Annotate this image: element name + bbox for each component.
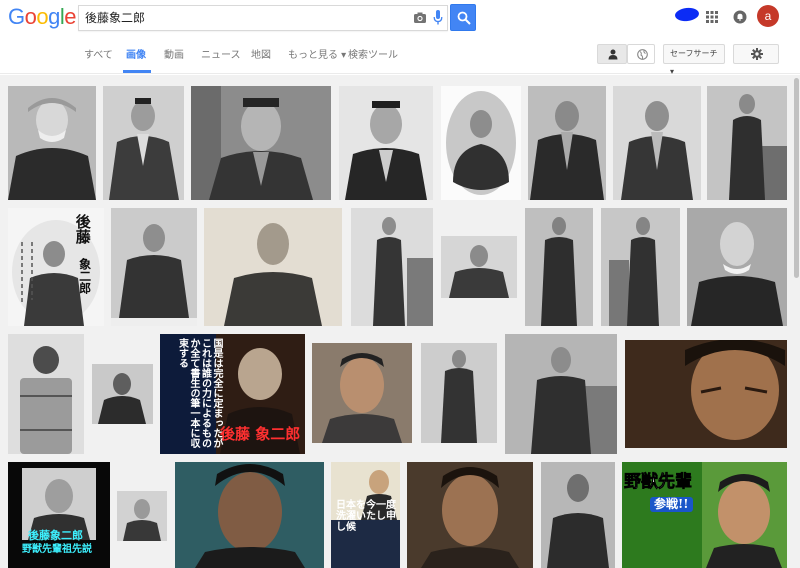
- calligraphy-text-top: 後藤: [73, 214, 92, 244]
- image-result[interactable]: [541, 462, 615, 568]
- portrait-photo: [613, 86, 701, 200]
- image-result[interactable]: [441, 86, 521, 200]
- search-tabs-bar: すべて 画像 動画 ニュース 地図 もっと見る ▾ 検索ツール セーフサーチ ▾: [0, 36, 800, 76]
- logo-letter: o: [36, 4, 49, 29]
- image-result[interactable]: [525, 208, 593, 326]
- oval-portrait-photo: [441, 86, 521, 200]
- portrait-photo: [339, 86, 433, 200]
- tab-images[interactable]: 画像: [126, 46, 146, 61]
- standing-portrait-photo: [707, 86, 787, 200]
- portrait-photo: [541, 462, 615, 568]
- logo-letter: e: [64, 4, 77, 29]
- image-result[interactable]: [175, 462, 324, 568]
- image-result[interactable]: [312, 343, 412, 443]
- account-avatar[interactable]: a: [757, 5, 779, 27]
- search-box[interactable]: [78, 5, 448, 31]
- image-result[interactable]: [601, 208, 680, 326]
- notifications-icon[interactable]: [733, 10, 747, 24]
- image-result[interactable]: [505, 334, 617, 454]
- active-tab-indicator: [123, 70, 151, 73]
- portrait-photo: [687, 208, 787, 326]
- tab-all[interactable]: すべて: [84, 46, 113, 61]
- image-result[interactable]: [687, 208, 787, 326]
- actor-photo: [407, 462, 533, 568]
- logo-letter: g: [48, 4, 60, 29]
- apps-grid-icon[interactable]: [706, 11, 718, 23]
- image-result[interactable]: [421, 343, 497, 443]
- logo-letter: o: [24, 4, 37, 29]
- redaction-scribble: [674, 6, 700, 23]
- tab-maps[interactable]: 地図: [251, 46, 271, 61]
- globe-icon: [637, 49, 648, 60]
- image-result[interactable]: [8, 86, 96, 200]
- safe-search-dropdown[interactable]: セーフサーチ ▾: [663, 44, 725, 76]
- image-result[interactable]: [103, 86, 184, 200]
- microphone-icon[interactable]: [433, 10, 443, 26]
- image-result[interactable]: [8, 334, 84, 454]
- standing-portrait-photo: [351, 208, 433, 326]
- shortcut-name-text: 後藤象二郎: [28, 529, 83, 542]
- actor-photo: [312, 343, 412, 443]
- seated-portrait-photo: [505, 334, 617, 454]
- image-result[interactable]: [707, 86, 787, 200]
- image-result[interactable]: [441, 236, 517, 298]
- calligraphy-text-bottom: 象二郎: [77, 258, 92, 294]
- poster-tagline: 国是は完全に定まったがこれは誰の力によるものか全て書生の筆一本に収束する: [176, 338, 223, 448]
- portrait-photo: [528, 86, 606, 200]
- meme-title-text: 野獣先輩: [624, 472, 693, 492]
- standing-portrait-photo: [421, 343, 497, 443]
- image-result[interactable]: [613, 86, 701, 200]
- seated-portrait-photo: [111, 208, 197, 326]
- image-result[interactable]: [351, 208, 433, 326]
- image-result[interactable]: [407, 462, 533, 568]
- image-result[interactable]: [92, 364, 153, 424]
- page-scrollbar-thumb[interactable]: [794, 78, 799, 278]
- ryoma-quote-text: 日本を今一度洗濯いたし申し候: [336, 500, 396, 533]
- portrait-photo: [441, 236, 517, 298]
- tab-search-tools[interactable]: 検索ツール: [348, 46, 398, 61]
- shortcut-sub-text: 野獣先輩祖先説: [22, 544, 92, 555]
- global-results-button[interactable]: [627, 44, 655, 64]
- personal-results-button[interactable]: [597, 44, 627, 64]
- actor-closeup-photo: [625, 340, 787, 448]
- standing-portrait-photo: [601, 208, 680, 326]
- image-result[interactable]: [625, 340, 787, 448]
- tab-more[interactable]: もっと見る ▾: [288, 46, 346, 61]
- portrait-photo: [92, 364, 153, 424]
- image-result[interactable]: [191, 86, 331, 200]
- settings-button[interactable]: [733, 44, 779, 64]
- camera-icon[interactable]: [413, 11, 427, 25]
- barrel-photo: [8, 334, 84, 454]
- portrait-photo: [191, 86, 331, 200]
- portrait-photo: [117, 491, 167, 541]
- person-icon: [608, 49, 618, 60]
- search-input[interactable]: [85, 6, 405, 30]
- portrait-photo: [8, 86, 96, 200]
- actor-photo: [175, 462, 324, 568]
- top-header: Google a: [0, 0, 800, 36]
- image-result[interactable]: [339, 86, 433, 200]
- tab-videos[interactable]: 動画: [164, 46, 184, 61]
- search-button[interactable]: [450, 4, 476, 31]
- poster-name-text: 後藤 象二郎: [220, 425, 301, 443]
- standing-portrait-photo: [525, 208, 593, 326]
- search-icon: [457, 11, 471, 25]
- image-result[interactable]: [117, 491, 167, 541]
- logo-letter: G: [8, 4, 25, 29]
- meme-sub-text: 参戦!!: [650, 497, 693, 512]
- image-result[interactable]: [204, 208, 342, 326]
- image-result[interactable]: [528, 86, 606, 200]
- google-logo[interactable]: Google: [8, 4, 77, 30]
- portrait-photo: [103, 86, 184, 200]
- gear-icon: [751, 48, 763, 60]
- image-result[interactable]: [111, 208, 197, 326]
- tab-news[interactable]: ニュース: [201, 46, 241, 61]
- portrait-photo: [204, 208, 342, 326]
